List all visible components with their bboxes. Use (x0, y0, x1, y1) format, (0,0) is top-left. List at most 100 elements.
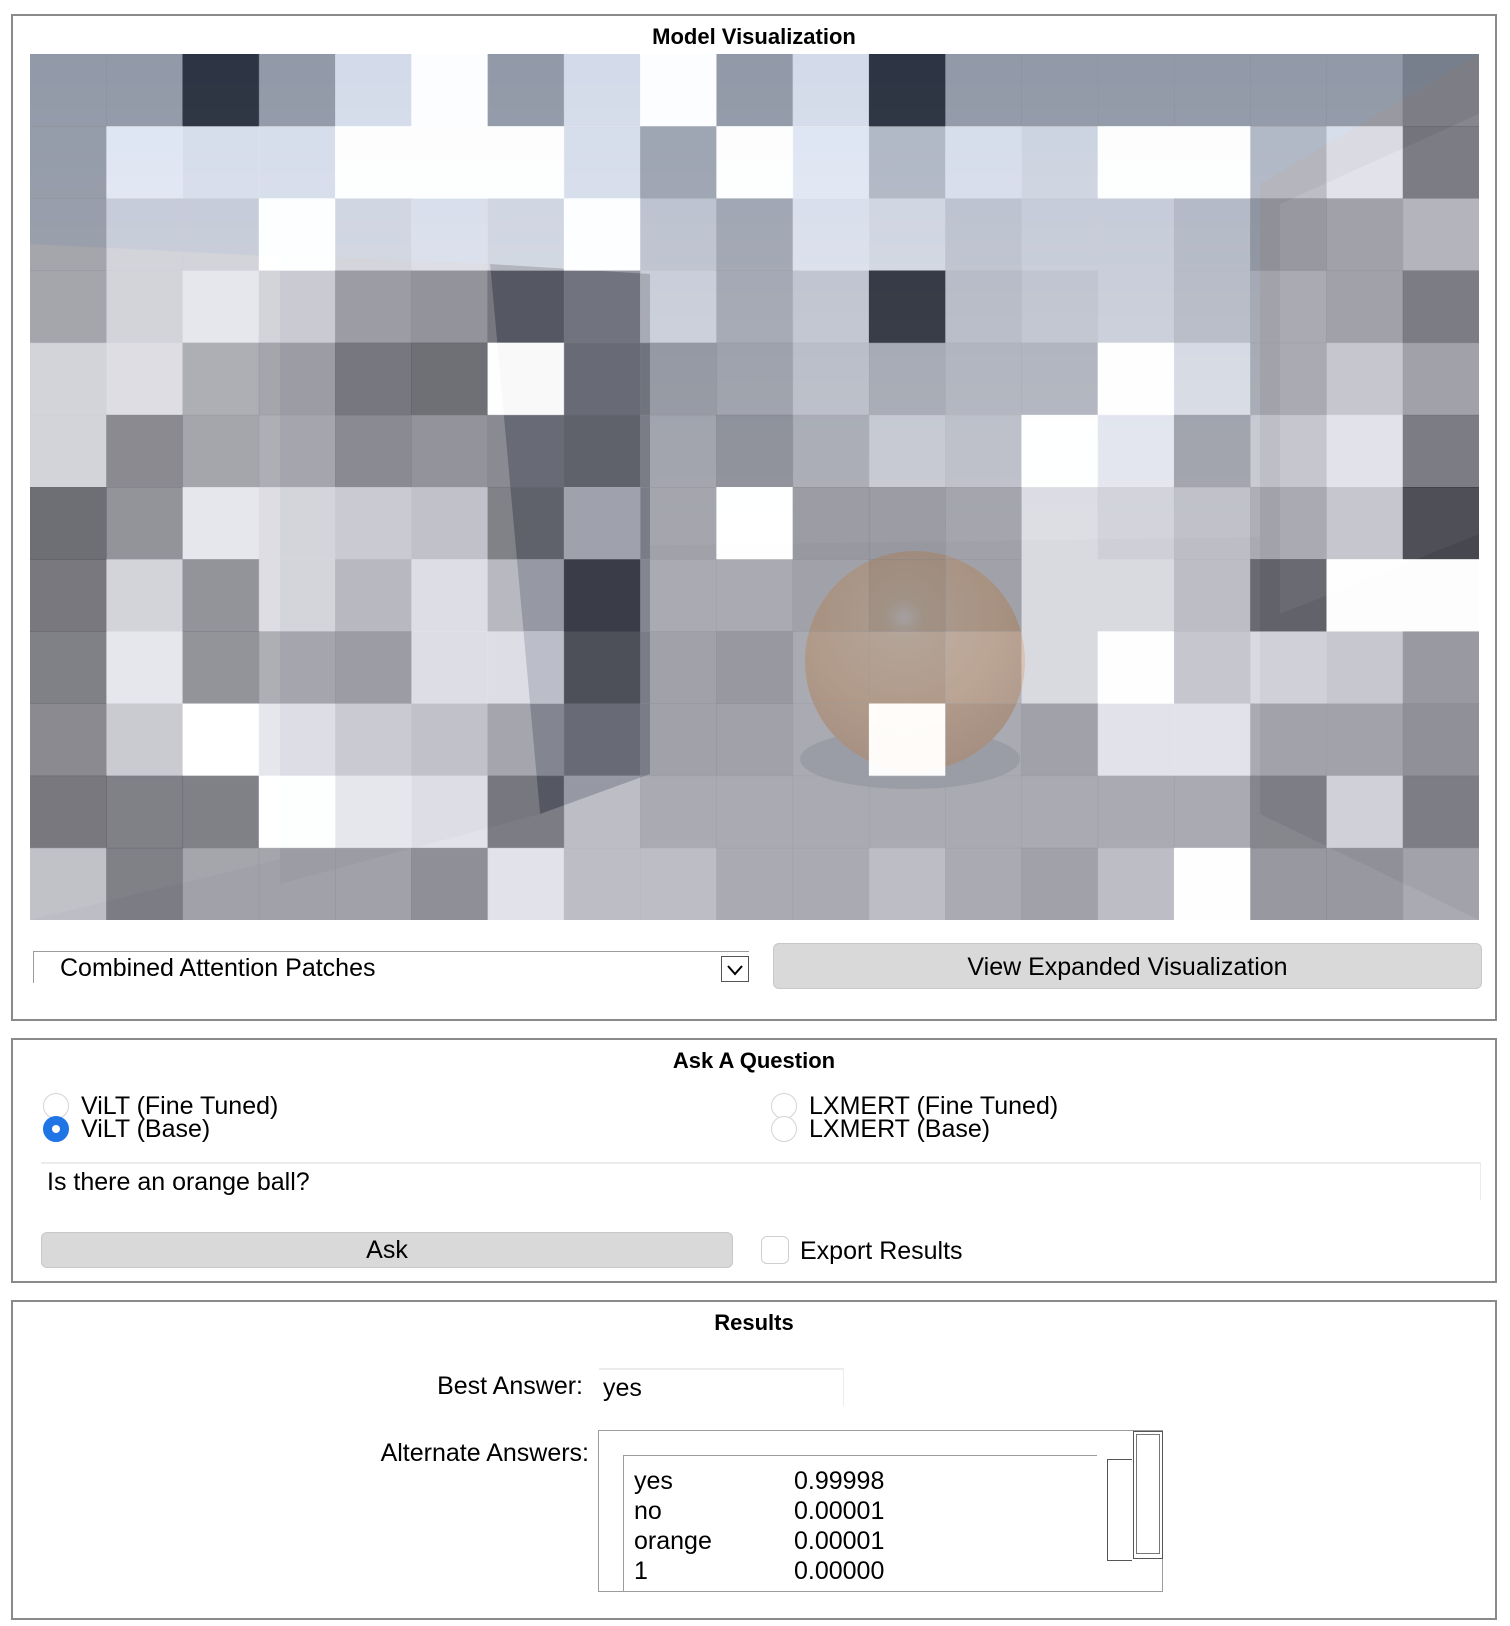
attention-patch (411, 54, 489, 127)
list-item[interactable]: 1 0.00000 (624, 1556, 1097, 1586)
attention-patch (106, 703, 184, 777)
attention-patch (106, 631, 184, 704)
attention-patch (30, 198, 107, 271)
radio-button[interactable] (771, 1116, 797, 1142)
attention-patch (868, 847, 946, 920)
attention-patch (411, 847, 489, 920)
attention-patch (563, 342, 641, 416)
attention-patch (1326, 126, 1404, 199)
attention-patch (868, 631, 946, 704)
attention-patch (868, 198, 946, 271)
attention-patch (1097, 631, 1175, 704)
alternate-answers-list[interactable]: yes 0.99998 no 0.00001 orange 0.00001 1 … (623, 1455, 1097, 1591)
attention-patch (182, 126, 260, 199)
attention-patch (868, 703, 946, 777)
attention-patch (30, 126, 107, 199)
attention-patch (868, 126, 946, 199)
attention-patch (716, 342, 794, 416)
attention-patch (563, 126, 641, 199)
attention-patch (1173, 126, 1251, 199)
export-results-label: Export Results (800, 1237, 963, 1265)
attention-patch (411, 559, 489, 632)
attention-patch (487, 775, 565, 849)
list-scrollbar[interactable] (1107, 1459, 1132, 1561)
attention-patch (945, 559, 1022, 632)
attention-patch (716, 487, 794, 560)
attention-patch (487, 414, 565, 488)
attention-patch (1173, 847, 1251, 920)
ask-button[interactable]: Ask (41, 1232, 733, 1268)
attention-patch (716, 703, 794, 777)
attention-patch (640, 126, 717, 199)
attention-patch (563, 54, 641, 127)
attention-patch (1326, 198, 1404, 271)
list-item[interactable]: no 0.00001 (624, 1496, 1097, 1526)
view-expanded-visualization-button[interactable]: View Expanded Visualization (773, 943, 1482, 989)
attention-patch (945, 847, 1022, 920)
attention-patch (640, 487, 717, 560)
list-item[interactable]: yes 0.99998 (624, 1466, 1097, 1496)
attention-patch (563, 775, 641, 849)
attention-patch (945, 631, 1022, 704)
attention-patch (182, 342, 260, 416)
attention-patch (640, 631, 717, 704)
attention-patch (335, 54, 412, 127)
attention-patch (335, 414, 412, 488)
attention-patch (258, 54, 336, 127)
chevron-down-icon[interactable] (721, 956, 749, 982)
list-item[interactable]: orange 0.00001 (624, 1526, 1097, 1556)
scrollbar-thumb[interactable] (1136, 1434, 1160, 1554)
results-panel: Results Best Answer: yes Alternate Answe… (11, 1300, 1497, 1620)
attention-patch (335, 559, 412, 632)
attention-patch (411, 775, 489, 849)
attention-patch (640, 414, 717, 488)
model-visualization-panel: Model Visualization Combined Attention P… (11, 14, 1497, 1021)
attention-patch (563, 631, 641, 704)
attention-patch (411, 487, 489, 560)
attention-patch (792, 775, 870, 849)
attention-patch (716, 270, 794, 344)
attention-patch (182, 54, 260, 127)
attention-patch (335, 126, 412, 199)
answer-score: 0.00001 (794, 1497, 885, 1525)
attention-patch (1402, 631, 1479, 704)
attention-patch (640, 775, 717, 849)
attention-patch (945, 703, 1022, 777)
attention-patch (1326, 703, 1404, 777)
attention-patch (1250, 126, 1327, 199)
attention-patch (487, 54, 565, 127)
attention-patch (1250, 270, 1327, 344)
attention-patch (868, 775, 946, 849)
attention-patch (106, 775, 184, 849)
attention-patch (716, 559, 794, 632)
question-input[interactable]: Is there an orange ball? (41, 1162, 1481, 1200)
attention-patch (1097, 487, 1175, 560)
attention-patch (1173, 414, 1251, 488)
attention-patch (1250, 487, 1327, 560)
attention-patch (640, 703, 717, 777)
attention-patch (1097, 775, 1175, 849)
attention-patch (1326, 54, 1404, 127)
attention-visualization-image (30, 54, 1479, 920)
attention-patch (487, 847, 565, 920)
attention-patch (640, 342, 717, 416)
attention-patch (1250, 703, 1327, 777)
attention-patch (792, 703, 870, 777)
attention-patch (1326, 342, 1404, 416)
attention-patch (1326, 487, 1404, 560)
attention-patch (1402, 487, 1479, 560)
attention-patch (1021, 126, 1099, 199)
attention-patch (1097, 54, 1175, 127)
attention-patch (487, 559, 565, 632)
attention-patch (30, 270, 107, 344)
attention-patch (563, 414, 641, 488)
attention-patch (1250, 631, 1327, 704)
attention-patch (1402, 559, 1479, 632)
attention-patch (792, 559, 870, 632)
export-results-checkbox[interactable] (761, 1236, 789, 1264)
attention-patch (1021, 487, 1099, 560)
visualization-mode-select[interactable]: Combined Attention Patches (33, 951, 749, 983)
attention-patch (106, 270, 184, 344)
radio-button[interactable] (43, 1116, 69, 1142)
attention-patch (716, 54, 794, 127)
